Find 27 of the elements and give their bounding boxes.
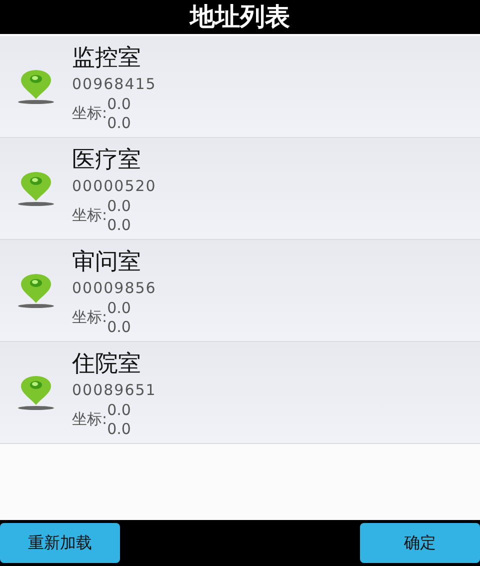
reload-button[interactable]: 重新加载 bbox=[0, 523, 120, 563]
address-code: 00000520 bbox=[72, 176, 156, 196]
location-pin-icon bbox=[17, 374, 55, 410]
address-name: 监控室 bbox=[72, 44, 142, 72]
coordinate-label: 坐标: bbox=[72, 206, 108, 225]
location-pin-icon bbox=[17, 170, 55, 206]
address-code: 00968415 bbox=[72, 74, 156, 94]
coordinate-label: 坐标: bbox=[72, 410, 108, 429]
coordinate-value: 0.0 bbox=[107, 216, 131, 234]
location-pin-icon bbox=[17, 68, 55, 104]
coordinate-value: 0.0 bbox=[107, 298, 131, 318]
coordinate-value: 0.0 bbox=[107, 318, 131, 336]
address-name: 审问室 bbox=[72, 248, 142, 276]
coordinate-value: 0.0 bbox=[107, 420, 131, 438]
confirm-button[interactable]: 确定 bbox=[360, 523, 480, 563]
coordinate-label: 坐标: bbox=[72, 104, 108, 123]
location-pin-icon bbox=[17, 272, 55, 308]
coordinate-value: 0.0 bbox=[107, 196, 131, 216]
address-name: 医疗室 bbox=[72, 146, 142, 174]
coordinate-value: 0.0 bbox=[107, 400, 131, 420]
address-code: 00089651 bbox=[72, 380, 156, 400]
address-code: 00009856 bbox=[72, 278, 156, 298]
page-title: 地址列表 bbox=[190, 1, 290, 33]
address-name: 住院室 bbox=[72, 350, 142, 378]
coordinate-label: 坐标: bbox=[72, 308, 108, 327]
coordinate-value: 0.0 bbox=[107, 94, 131, 114]
coordinate-value: 0.0 bbox=[107, 114, 131, 132]
